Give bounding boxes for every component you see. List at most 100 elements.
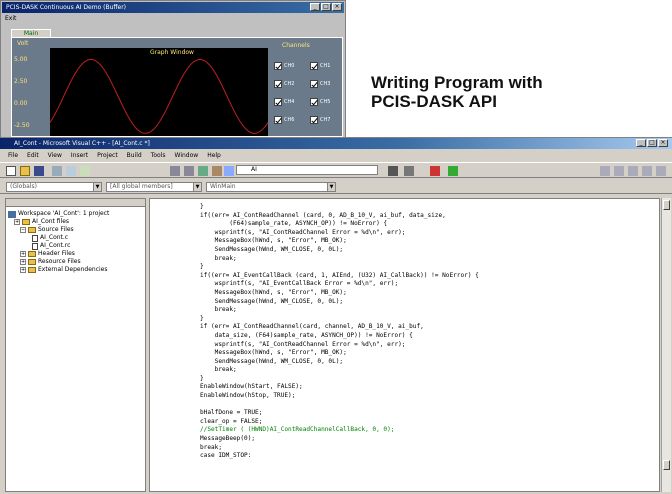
class-combo[interactable]: (Globals) ▼	[6, 182, 102, 192]
paste-icon[interactable]	[80, 166, 90, 176]
code-line: }	[200, 314, 204, 322]
menu-item-file[interactable]: File	[8, 150, 18, 161]
channel-checkbox-item[interactable]: CH3	[310, 78, 338, 90]
menu-item-view[interactable]: View	[48, 150, 62, 161]
channel-checkbox-item[interactable]: CH0	[274, 60, 302, 72]
undo-icon[interactable]	[170, 166, 180, 176]
menu-item-exit[interactable]: Exit	[5, 15, 16, 22]
expand-toggle-icon[interactable]: +	[20, 267, 26, 273]
channel-checkbox-item[interactable]: CH7	[310, 114, 338, 126]
checkbox[interactable]	[274, 98, 282, 106]
tree-item[interactable]: − Source Files	[8, 226, 143, 234]
code-line: EnableWindow(hStart, FALSE);	[200, 383, 303, 391]
checkbox[interactable]	[310, 98, 318, 106]
execute-icon[interactable]	[448, 166, 458, 176]
members-combo[interactable]: WinMain ▼	[206, 182, 336, 192]
tree-item[interactable]: + Resource Files	[8, 258, 143, 266]
toolbar-icon[interactable]	[642, 166, 652, 176]
code-editor[interactable]: } if((err= AI_ContReadChannel (card, 0, A…	[149, 198, 660, 492]
channel-checkbox-item[interactable]: CH2	[274, 78, 302, 90]
minimize-button[interactable]: _	[310, 3, 320, 11]
minimize-button[interactable]: _	[636, 139, 646, 147]
menu-item-help[interactable]: Help	[207, 150, 221, 161]
code-line: }	[200, 203, 204, 210]
menu-item-build[interactable]: Build	[127, 150, 142, 161]
expand-toggle-icon[interactable]: +	[20, 251, 26, 257]
code-line: }	[200, 263, 204, 271]
close-button[interactable]: ×	[332, 3, 342, 11]
scroll-thumb[interactable]	[663, 460, 670, 470]
workspace-icon[interactable]	[198, 166, 208, 176]
redo-icon[interactable]	[184, 166, 194, 176]
ide-titlebar[interactable]: AI_Cont - Microsoft Visual C++ - [AI_Con…	[0, 138, 672, 149]
demo-app-titlebar[interactable]: PCIS-DASK Continuous AI Demo (Buffer) _ …	[2, 2, 344, 13]
maximize-button[interactable]: □	[647, 139, 657, 147]
tree-item[interactable]: Workspace 'AI_Cont': 1 project	[8, 210, 143, 218]
cut-icon[interactable]	[52, 166, 62, 176]
ide-menubar: File Edit View Insert Project Build Tools Windo…	[0, 150, 672, 161]
editor-scrollbar[interactable]	[661, 198, 671, 492]
code-text[interactable]: } if((err= AI_ContReadChannel (card, 0, A…	[200, 203, 479, 461]
filter-combo[interactable]: [All global members] ▼	[106, 182, 202, 192]
tree-item[interactable]: AI_Cont.rc	[8, 242, 143, 250]
channel-checkbox-item[interactable]: CH5	[310, 96, 338, 108]
folder-icon	[28, 251, 36, 257]
new-file-icon[interactable]	[6, 166, 16, 176]
workspace-header	[6, 199, 145, 207]
folder-icon	[28, 267, 36, 273]
find-combo[interactable]: AI	[236, 165, 378, 175]
copy-icon[interactable]	[66, 166, 76, 176]
ide-window-controls: _ □ ×	[636, 139, 668, 147]
channel-checkbox-item[interactable]: CH1	[310, 60, 338, 72]
find-in-files-icon[interactable]	[224, 166, 234, 176]
channel-checkbox-item[interactable]: CH4	[274, 96, 302, 108]
class-combo-value: (Globals)	[10, 183, 37, 190]
scroll-up-arrow[interactable]	[663, 200, 670, 210]
compile-icon[interactable]	[388, 166, 398, 176]
code-line: wsprintf(s, "AI_EventCallBack Error = %d…	[200, 280, 399, 288]
menu-item-window[interactable]: Window	[175, 150, 199, 161]
axis-label: Volt	[17, 40, 29, 47]
chevron-down-icon[interactable]: ▼	[327, 183, 335, 191]
checkbox[interactable]	[274, 80, 282, 88]
menu-item-tools[interactable]: Tools	[151, 150, 166, 161]
window-controls: _ □ ×	[310, 3, 342, 11]
channel-checkboxes: CH0 CH1 CH2 CH3 CH4 CH5 CH6 CH7	[274, 60, 338, 126]
channel-checkbox-item[interactable]: CH6	[274, 114, 302, 126]
menu-item-project[interactable]: Project	[97, 150, 118, 161]
tree-item[interactable]: + AI_Cont files	[8, 218, 143, 226]
tree-item[interactable]: + Header Files	[8, 250, 143, 258]
checkbox[interactable]	[310, 116, 318, 124]
checkbox[interactable]	[274, 62, 282, 70]
channel-label: CH2	[284, 81, 295, 87]
toolbar-icon[interactable]	[614, 166, 624, 176]
channel-label: CH7	[320, 117, 331, 123]
checkbox[interactable]	[310, 80, 318, 88]
expand-toggle-icon[interactable]: −	[20, 227, 26, 233]
toolbar-icon[interactable]	[628, 166, 638, 176]
close-button[interactable]: ×	[658, 139, 668, 147]
toolbar-icon[interactable]	[600, 166, 610, 176]
output-icon[interactable]	[212, 166, 222, 176]
chevron-down-icon[interactable]: ▼	[193, 183, 201, 191]
tree-item[interactable]: + External Dependencies	[8, 266, 143, 274]
maximize-button[interactable]: □	[321, 3, 331, 11]
code-line: EnableWindow(hStop, TRUE);	[200, 392, 296, 400]
menu-item-insert[interactable]: Insert	[71, 150, 88, 161]
toolbar-icon[interactable]	[656, 166, 666, 176]
stop-build-icon[interactable]	[430, 166, 440, 176]
checkbox[interactable]	[310, 62, 318, 70]
build-icon[interactable]	[404, 166, 414, 176]
code-line: MessageBox(hWnd, s, "Error", MB_OK);	[200, 288, 347, 296]
save-icon[interactable]	[34, 166, 44, 176]
expand-toggle-icon[interactable]: +	[14, 219, 20, 225]
code-line: MessageBox(hWnd, s, "Error", MB_OK);	[200, 237, 347, 245]
heading-line-1: Writing Program with	[371, 73, 543, 92]
tree-item[interactable]: AI_Cont.c	[8, 234, 143, 242]
chevron-down-icon[interactable]: ▼	[93, 183, 101, 191]
code-line: wsprintf(s, "AI_ContReadChannel Error = …	[200, 340, 406, 348]
checkbox[interactable]	[274, 116, 282, 124]
menu-item-edit[interactable]: Edit	[27, 150, 39, 161]
expand-toggle-icon[interactable]: +	[20, 259, 26, 265]
open-folder-icon[interactable]	[20, 166, 30, 176]
